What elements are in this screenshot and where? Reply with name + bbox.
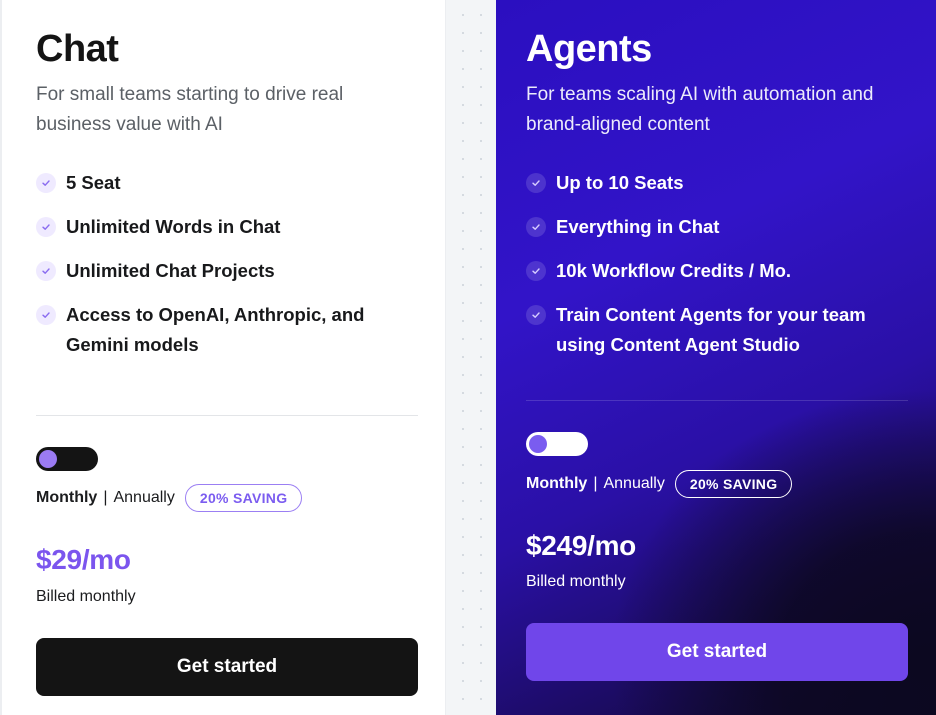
check-icon bbox=[526, 305, 546, 325]
plan-title: Chat bbox=[36, 28, 119, 70]
billing-period-row: Monthly | Annually 20% SAVING bbox=[36, 484, 303, 512]
feature-label: Unlimited Words in Chat bbox=[66, 216, 281, 237]
check-icon bbox=[36, 261, 56, 281]
billing-monthly-label[interactable]: Monthly bbox=[526, 475, 587, 493]
billing-separator: | bbox=[103, 489, 108, 506]
divider bbox=[36, 415, 418, 416]
feature-item: 10k Workflow Credits / Mo. bbox=[526, 256, 906, 286]
get-started-button[interactable]: Get started bbox=[526, 623, 908, 681]
feature-label: Everything in Chat bbox=[556, 216, 720, 237]
feature-label: Access to OpenAI, Anthropic, and Gemini … bbox=[66, 304, 365, 355]
plan-subtitle: For teams scaling AI with automation and… bbox=[526, 84, 874, 135]
feature-label: Unlimited Chat Projects bbox=[66, 260, 275, 281]
feature-item: Everything in Chat bbox=[526, 212, 906, 242]
saving-badge: 20% SAVING bbox=[674, 470, 793, 498]
check-icon bbox=[526, 217, 546, 237]
billing-monthly-label[interactable]: Monthly bbox=[36, 489, 97, 507]
feature-list: 5 Seat Unlimited Words in Chat Unlimited… bbox=[36, 168, 416, 374]
get-started-button[interactable]: Get started bbox=[36, 638, 418, 696]
billing-note: Billed monthly bbox=[36, 588, 136, 605]
feature-list: Up to 10 Seats Everything in Chat 10k Wo… bbox=[526, 168, 906, 374]
check-icon bbox=[526, 261, 546, 281]
feature-item: Train Content Agents for your team using… bbox=[526, 300, 906, 360]
plan-card-chat: Chat For small teams starting to drive r… bbox=[0, 0, 446, 715]
feature-item: 5 Seat bbox=[36, 168, 416, 198]
saving-badge: 20% SAVING bbox=[184, 484, 303, 512]
plan-price: $249/mo bbox=[526, 530, 636, 561]
check-icon bbox=[36, 305, 56, 325]
billing-separator: | bbox=[593, 475, 598, 492]
check-icon bbox=[36, 173, 56, 193]
feature-label: Up to 10 Seats bbox=[556, 172, 684, 193]
feature-item: Unlimited Chat Projects bbox=[36, 256, 416, 286]
billing-toggle[interactable] bbox=[36, 447, 98, 471]
billing-annually-label[interactable]: Annually bbox=[113, 489, 174, 507]
feature-item: Up to 10 Seats bbox=[526, 168, 906, 198]
billing-period-row: Monthly | Annually 20% SAVING bbox=[526, 470, 793, 498]
feature-item: Access to OpenAI, Anthropic, and Gemini … bbox=[36, 300, 416, 360]
billing-annually-label[interactable]: Annually bbox=[603, 475, 664, 493]
divider bbox=[526, 400, 908, 401]
feature-label: 10k Workflow Credits / Mo. bbox=[556, 260, 792, 281]
billing-toggle[interactable] bbox=[526, 432, 588, 456]
plan-price: $29/mo bbox=[36, 544, 131, 575]
toggle-knob bbox=[529, 435, 547, 453]
billing-note: Billed monthly bbox=[526, 573, 626, 590]
check-icon bbox=[36, 217, 56, 237]
check-icon bbox=[526, 173, 546, 193]
feature-label: Train Content Agents for your team using… bbox=[556, 304, 866, 355]
plan-subtitle: For small teams starting to drive real b… bbox=[36, 84, 344, 135]
feature-item: Unlimited Words in Chat bbox=[36, 212, 416, 242]
feature-label: 5 Seat bbox=[66, 172, 121, 193]
plan-card-agents: Agents For teams scaling AI with automat… bbox=[496, 0, 936, 715]
toggle-knob bbox=[39, 450, 57, 468]
plan-title: Agents bbox=[526, 28, 652, 70]
